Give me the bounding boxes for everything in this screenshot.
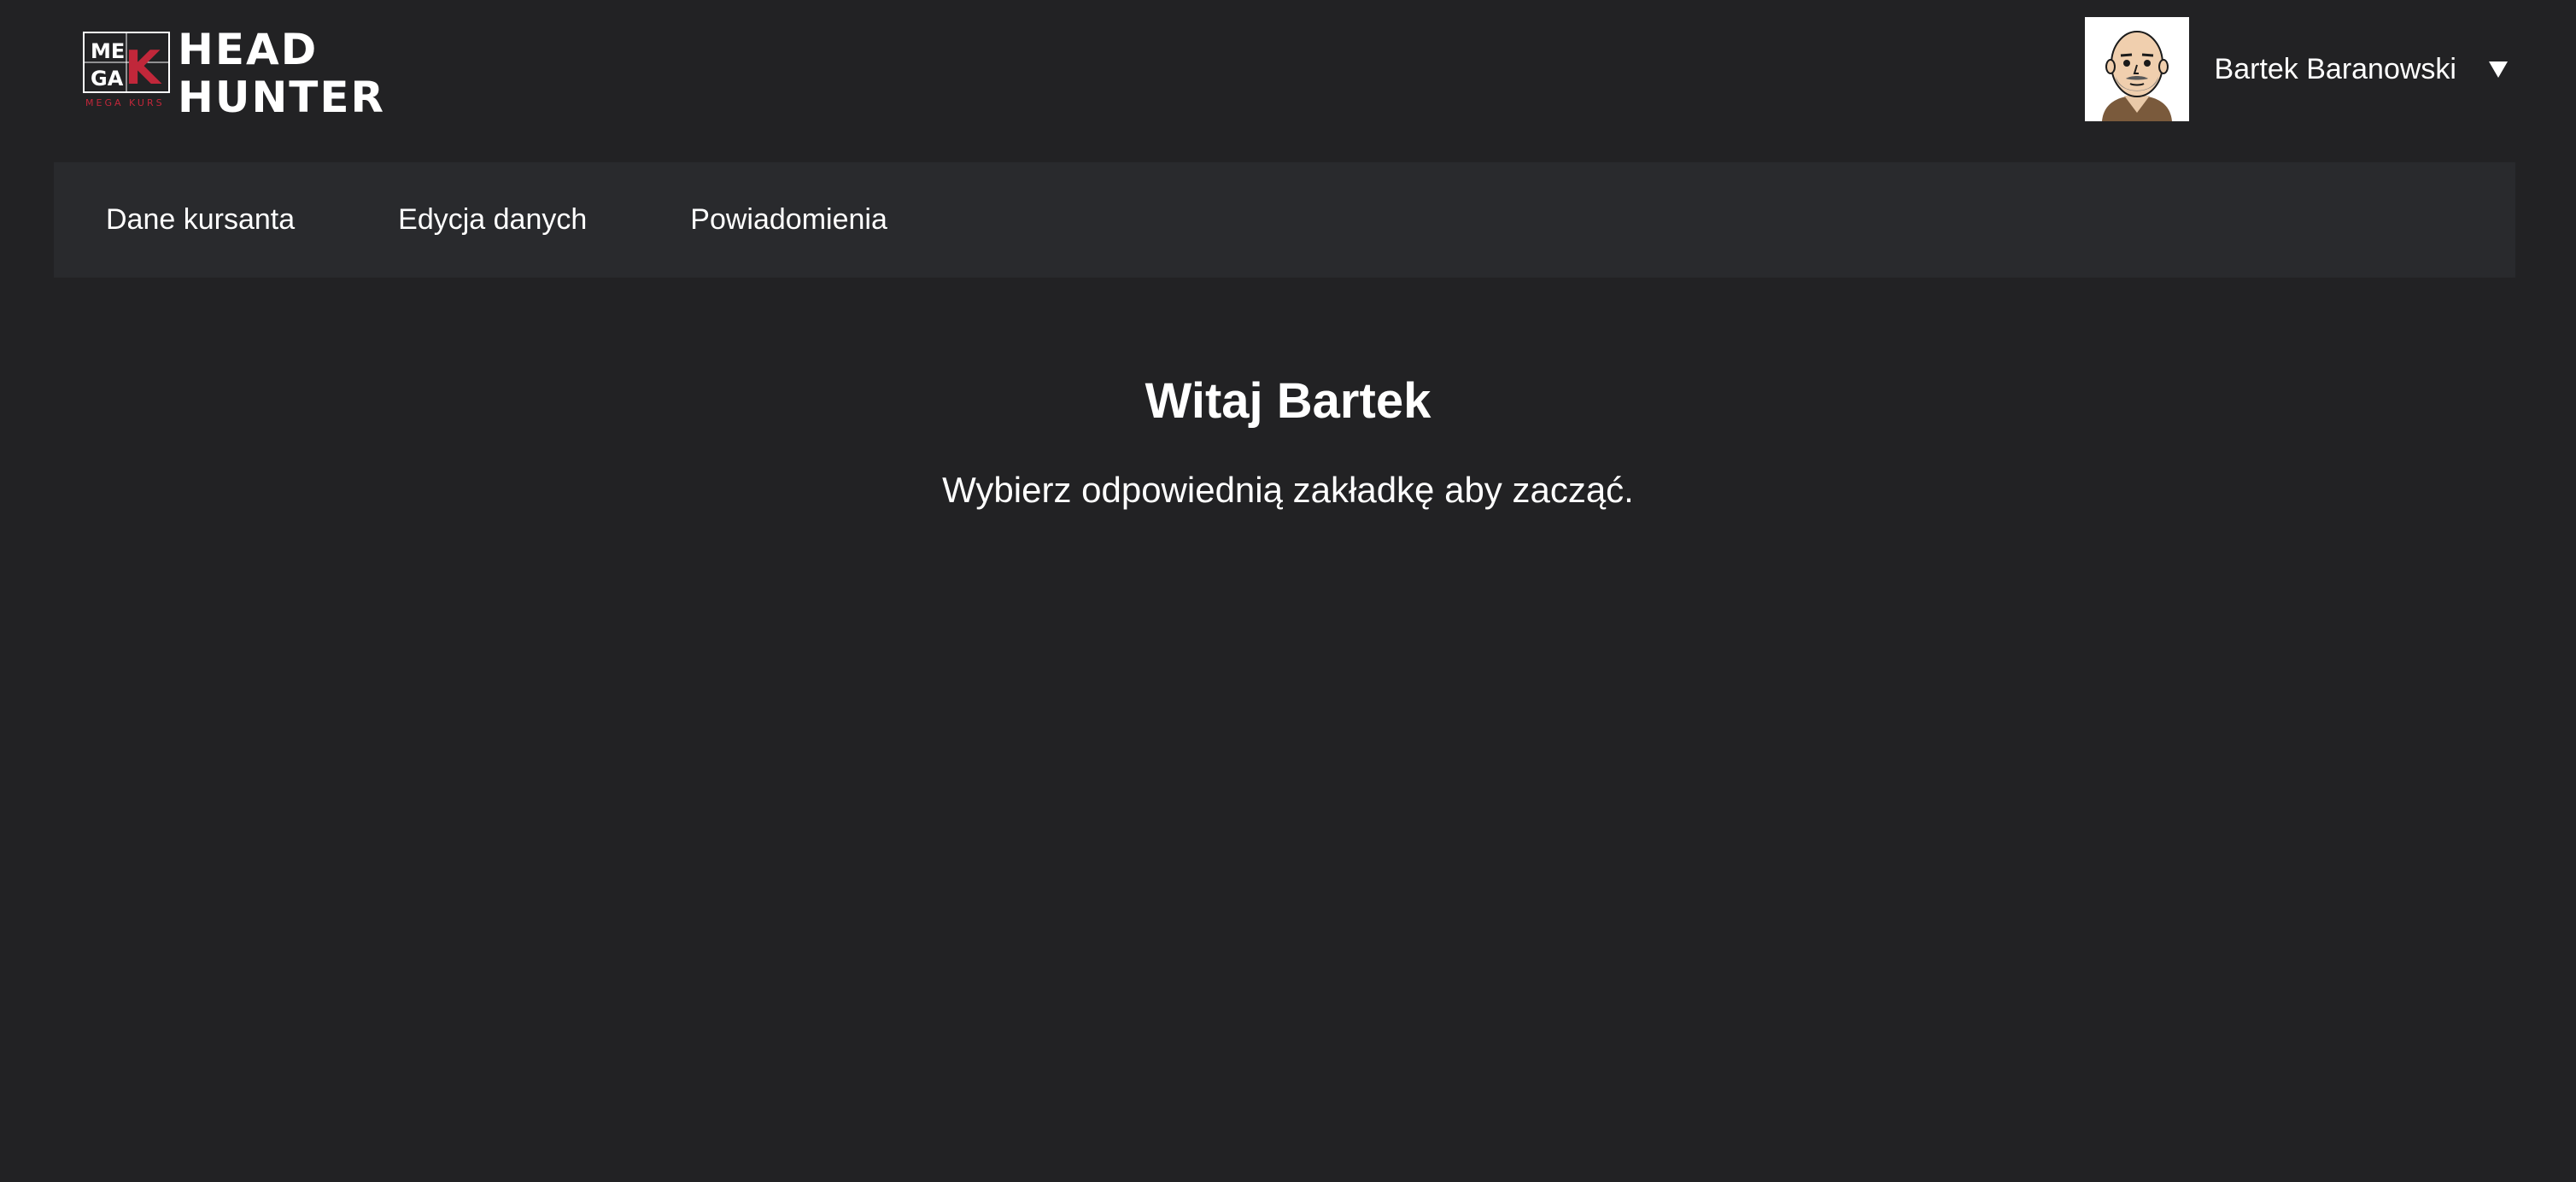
svg-text:ME: ME — [91, 39, 125, 63]
avatar-bald-man-icon — [2084, 17, 2189, 121]
avatar — [2084, 17, 2189, 121]
nav-item-edycja-danych[interactable]: Edycja danych — [398, 203, 587, 237]
logo-subtitle: MEGA KURS — [85, 97, 165, 108]
user-name: Bartek Baranowski — [2214, 52, 2456, 85]
header: ME GA K HEAD HUNTER MEGA KURS Bartek Bar… — [0, 0, 2576, 162]
logo-title-line2: HUNTER — [178, 73, 386, 122]
welcome-heading: Witaj Bartek — [1145, 373, 1431, 429]
svg-text:K: K — [125, 41, 162, 95]
user-menu[interactable]: Bartek Baranowski — [2084, 17, 2508, 121]
nav-item-powiadomienia[interactable]: Powiadomienia — [690, 203, 887, 237]
nav-item-dane-kursanta[interactable]: Dane kursanta — [106, 203, 295, 237]
logo-title-line1: HEAD — [178, 25, 319, 74]
main-navigation: Dane kursanta Edycja danych Powiadomieni… — [54, 162, 2515, 278]
main-content: Witaj Bartek Wybierz odpowiednią zakładk… — [0, 278, 2576, 512]
welcome-subtitle: Wybierz odpowiednią zakładkę aby zacząć. — [942, 470, 1634, 510]
caret-down-icon[interactable] — [2489, 61, 2508, 78]
svg-text:GA: GA — [91, 67, 124, 91]
megak-head-hunter-logo[interactable]: ME GA K HEAD HUNTER MEGA KURS — [82, 26, 407, 121]
logo-title: HEAD HUNTER — [178, 26, 385, 121]
